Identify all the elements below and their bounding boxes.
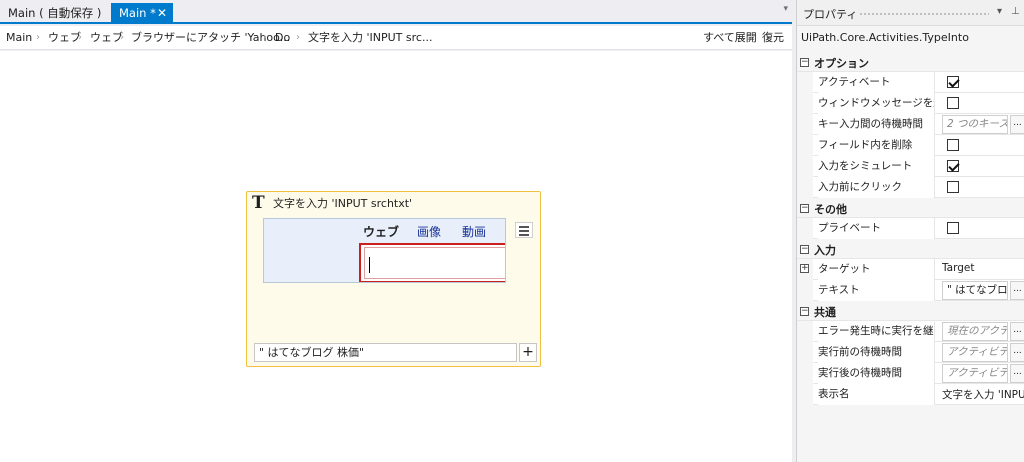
prop-row-send-window-messages: ウィンドウメッセージを送信: [797, 93, 1024, 114]
prop-row-delay-between-keys: キー入力間の待機時間 2 つのキース ...: [797, 114, 1024, 135]
type-into-icon: T: [252, 193, 265, 213]
prop-row-display-name: 表示名 文字を入力 'INPUT: [797, 384, 1024, 405]
prop-name: フィールド内を削除: [818, 135, 935, 156]
ellipsis-button[interactable]: ...: [1010, 322, 1024, 341]
text-expression-input[interactable]: " はてなブログ 株価": [254, 343, 517, 362]
expand-icon[interactable]: +: [800, 264, 809, 273]
prop-name: 入力前にクリック: [818, 177, 935, 198]
prop-name: アクティベート: [818, 72, 935, 93]
ellipsis-button[interactable]: ...: [1010, 364, 1024, 383]
preview-field-inner: [364, 247, 505, 279]
ellipsis-button[interactable]: ...: [1010, 281, 1024, 300]
activity-type-name: UiPath.Core.Activities.TypeInto: [801, 31, 969, 44]
chevron-right-icon: ›: [120, 32, 124, 43]
chevron-right-icon: ›: [263, 32, 267, 43]
collapse-icon[interactable]: −: [800, 204, 809, 213]
ellipsis-button[interactable]: ...: [1010, 115, 1024, 134]
category-label: オプション: [814, 57, 869, 70]
prop-row-empty-field: フィールド内を削除: [797, 135, 1024, 156]
chevron-right-icon: ›: [36, 32, 40, 43]
prop-row-delay-before: 実行前の待機時間 アクティビティ ...: [797, 342, 1024, 363]
prop-row-activate: アクティベート: [797, 72, 1024, 93]
target-value: Target: [942, 262, 975, 274]
category-misc[interactable]: − その他: [797, 198, 1024, 218]
prop-row-text: テキスト " はてなブログ ...: [797, 280, 1024, 301]
restore-link[interactable]: 復元: [762, 26, 784, 50]
breadcrumb: Main › ウェブ › ウェブ › ブラウザーにアタッチ 'Yahoo... …: [0, 26, 792, 50]
prop-row-target: + ターゲット Target: [797, 259, 1024, 280]
prop-name: 入力をシミュレート: [818, 156, 935, 177]
click-before-typing-checkbox[interactable]: [947, 181, 959, 193]
collapse-icon[interactable]: −: [800, 58, 809, 67]
delay-between-keys-input[interactable]: 2 つのキース: [942, 115, 1008, 134]
chevron-down-icon[interactable]: ▾: [997, 6, 1002, 17]
prop-row-continue-on-error: エラー発生時に実行を継... 現在のアクテ ...: [797, 321, 1024, 342]
collapse-icon[interactable]: −: [800, 307, 809, 316]
display-name-value[interactable]: 文字を入力 'INPUT: [942, 387, 1024, 402]
breadcrumb-item-typeinto[interactable]: 文字を入力 'INPUT src...: [308, 26, 432, 50]
prop-name: 表示名: [818, 384, 935, 405]
prop-name: 実行後の待機時間: [818, 363, 935, 384]
empty-field-checkbox[interactable]: [947, 139, 959, 151]
preview-video-label: 動画: [462, 225, 487, 239]
pin-icon[interactable]: ⊥: [1011, 6, 1020, 17]
close-icon[interactable]: ✕: [157, 3, 167, 24]
category-options[interactable]: − オプション: [797, 52, 1024, 72]
prop-name: 実行前の待機時間: [818, 342, 935, 363]
properties-panel: プロパティ ▾ ⊥ UiPath.Core.Activities.TypeInt…: [796, 0, 1024, 462]
category-common[interactable]: − 共通: [797, 301, 1024, 321]
activity-title[interactable]: 文字を入力 'INPUT srchtxt': [273, 195, 412, 211]
tab-label: Main ( 自動保存 ): [8, 6, 102, 20]
category-label: 共通: [814, 306, 836, 319]
element-screenshot-preview: ウェブ 画像 動画: [263, 218, 506, 283]
continue-on-error-input[interactable]: 現在のアクテ: [942, 322, 1008, 341]
chevron-right-icon: ›: [78, 32, 82, 43]
activate-checkbox[interactable]: [947, 76, 959, 88]
private-checkbox[interactable]: [947, 222, 959, 234]
preview-target-highlight: [359, 243, 505, 282]
properties-header: プロパティ ▾ ⊥: [797, 0, 1024, 26]
breadcrumb-item-web1[interactable]: ウェブ: [48, 26, 81, 50]
tab-label: Main *: [119, 6, 156, 20]
drag-grip[interactable]: [859, 12, 989, 16]
prop-row-simulate-type: 入力をシミュレート: [797, 156, 1024, 177]
category-input[interactable]: − 入力: [797, 239, 1024, 259]
activity-menu-icon[interactable]: [515, 222, 533, 238]
prop-name: テキスト: [818, 280, 935, 301]
type-into-activity[interactable]: T 文字を入力 'INPUT srchtxt' ウェブ 画像 動画 " はてなブ…: [246, 191, 541, 367]
properties-title: プロパティ: [803, 8, 858, 21]
collapse-icon[interactable]: −: [800, 245, 809, 254]
tab-main-autosave[interactable]: Main ( 自動保存 ): [0, 3, 104, 24]
prop-row-click-before-typing: 入力前にクリック: [797, 177, 1024, 198]
prop-name: エラー発生時に実行を継...: [818, 321, 935, 342]
category-label: 入力: [814, 244, 836, 257]
preview-web-label: ウェブ: [363, 225, 400, 239]
designer-canvas[interactable]: T 文字を入力 'INPUT srchtxt' ウェブ 画像 動画 " はてなブ…: [0, 51, 792, 462]
prop-row-delay-after: 実行後の待機時間 アクティビティ ...: [797, 363, 1024, 384]
text-input[interactable]: " はてなブログ: [942, 281, 1008, 300]
prop-name: プライベート: [818, 218, 935, 239]
send-window-messages-checkbox[interactable]: [947, 97, 959, 109]
chevron-right-icon: ›: [296, 32, 300, 43]
category-label: その他: [814, 203, 847, 216]
breadcrumb-item-main[interactable]: Main: [6, 26, 32, 50]
chevron-down-icon[interactable]: ▾: [783, 4, 788, 14]
document-tab-bar: Main ( 自動保存 ) Main * ✕ ▾: [0, 0, 792, 24]
plus-icon[interactable]: +: [519, 343, 537, 362]
breadcrumb-item-web2[interactable]: ウェブ: [90, 26, 123, 50]
delay-after-input[interactable]: アクティビティ: [942, 364, 1008, 383]
prop-row-private: プライベート: [797, 218, 1024, 239]
delay-before-input[interactable]: アクティビティ: [942, 343, 1008, 362]
breadcrumb-item-do[interactable]: Do: [275, 26, 290, 50]
expand-all-link[interactable]: すべて展開: [703, 26, 757, 50]
simulate-type-checkbox[interactable]: [947, 160, 959, 172]
prop-name: ウィンドウメッセージを送信: [818, 93, 935, 114]
text-caret: [369, 257, 370, 273]
ellipsis-button[interactable]: ...: [1010, 343, 1024, 362]
prop-name: ターゲット: [818, 259, 935, 280]
prop-name: キー入力間の待機時間: [818, 114, 935, 135]
preview-image-label: 画像: [417, 225, 442, 239]
tab-main-active[interactable]: Main * ✕: [111, 3, 173, 24]
